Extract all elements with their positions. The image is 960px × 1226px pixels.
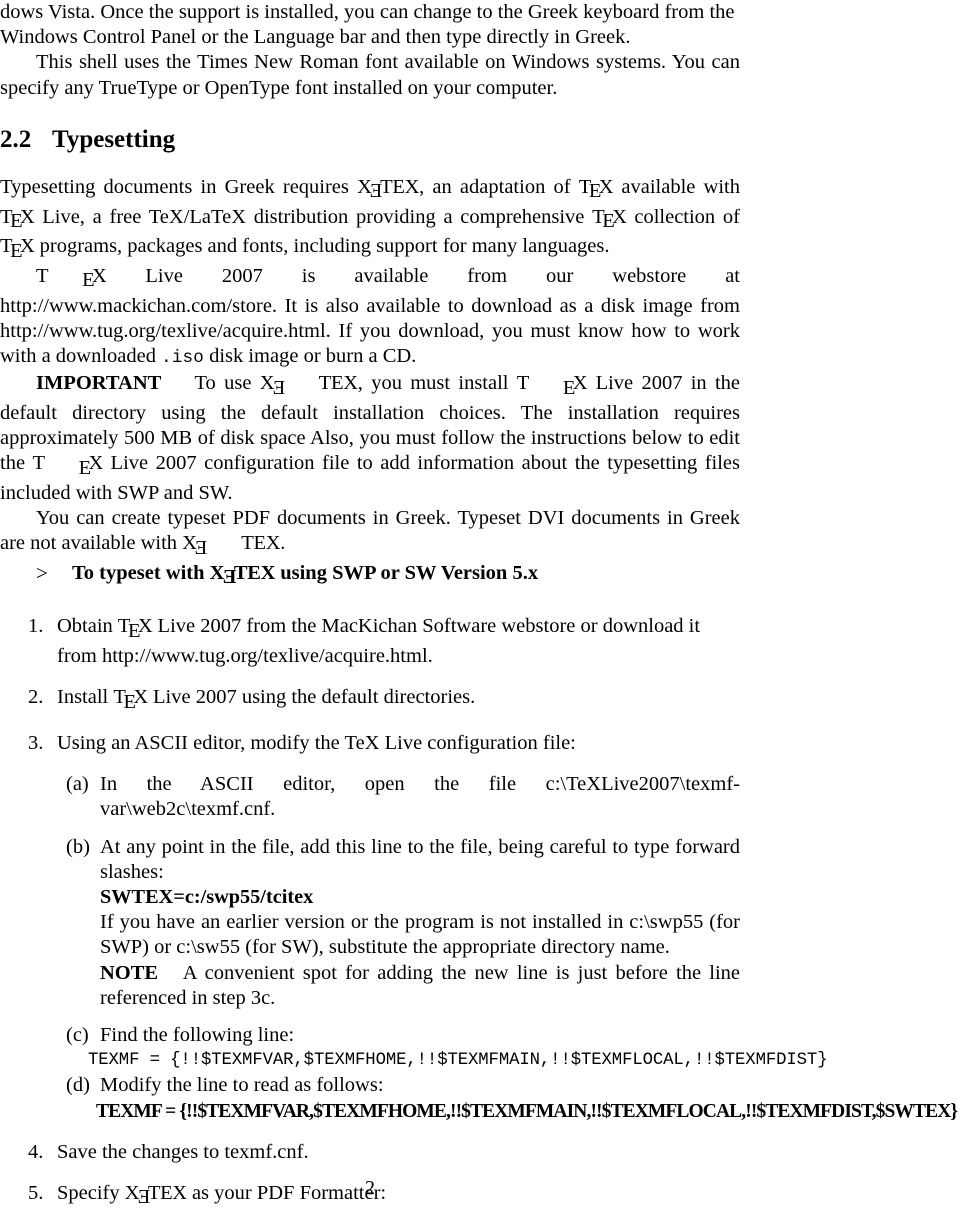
p2-text-b: disk image or burn a CD. — [203, 345, 417, 368]
document-page: dows Vista. Once the support is installe… — [0, 0, 960, 1226]
xetex-logo: XETEX — [182, 532, 280, 558]
paragraph-important: IMPORTANT To use XE TEX, you must install… — [0, 371, 740, 506]
p4-text-a: You can create typeset PDF documents in … — [0, 507, 740, 555]
list-marker: 2. — [28, 686, 44, 709]
paragraph-pdf-dvi: You can create typeset PDF documents in … — [0, 506, 740, 561]
proc-text-b: using SWP or SW Version 5.x — [275, 561, 539, 584]
list-item: 1. Obtain TEX Live 2007 from the MacKicha… — [0, 614, 740, 669]
intro-paragraph-continued: dows Vista. Once the support is installe… — [0, 0, 740, 50]
tex-logo: TEX — [592, 205, 627, 233]
tex-logo: TEX — [32, 452, 104, 479]
xetex-logo: XETEX — [357, 176, 419, 202]
p1-text-e: collection of — [626, 205, 740, 228]
reversed-e-glyph: E — [369, 180, 383, 203]
list-marker: 4. — [28, 1140, 44, 1163]
paragraph-texlive-download: T EX Live 2007 is available from our webs… — [0, 264, 740, 371]
intro-line-2: Windows Control Panel or the Language ba… — [0, 26, 631, 49]
substep-b-note: NOTE A convenient spot for adding the ne… — [0, 961, 740, 1011]
list-marker: 3. — [28, 732, 44, 755]
page-number-value: 2 — [365, 1177, 375, 1199]
step2-text-b: Live 2007 using the default directories. — [147, 686, 476, 709]
reversed-e-glyph: E — [195, 536, 208, 559]
note-label: NOTE — [100, 961, 159, 984]
list-marker: 1. — [28, 615, 44, 638]
p3-text-a: To use — [194, 372, 260, 395]
paragraph-typesetting-intro: Typesetting documents in Greek requires … — [0, 175, 740, 264]
texmf-original-line: TEXMF = {!!$TEXMFVAR,$TEXMFHOME,!!$TEXMF… — [88, 1051, 828, 1071]
step2-text-a: Install — [57, 686, 114, 709]
p1-text-d: Live, a free TeX/LaTeX distribution prov… — [34, 205, 593, 228]
list-item: 2. Install TEX Live 2007 using the defaul… — [0, 685, 740, 715]
reversed-e-glyph: E — [222, 566, 236, 589]
section-heading: 2.2 Typesetting — [0, 125, 740, 155]
tex-logo: TEX — [0, 205, 35, 233]
list-marker: (a) — [66, 773, 89, 796]
step1-text-a: Obtain — [57, 615, 118, 638]
text-column: dows Vista. Once the support is installe… — [0, 0, 958, 1210]
p3-text-d: Live 2007 configuration file to add info… — [0, 452, 740, 505]
list-item: (b) At any point in the file, add this li… — [0, 835, 740, 885]
section-number: 2.2 — [0, 125, 32, 153]
list-marker: (c) — [66, 1024, 89, 1047]
tex-logo: TEX — [578, 175, 614, 203]
list-item: (d) Modify the line to read as follows: — [0, 1073, 740, 1098]
list-item: 4. Save the changes to texmf.cnf. — [0, 1140, 740, 1165]
reversed-e-glyph: E — [272, 376, 285, 399]
list-item: (c) Find the following line: — [0, 1023, 740, 1048]
iso-extension: .iso — [161, 348, 204, 369]
step3-text: Using an ASCII editor, modify the TeX Li… — [57, 732, 576, 755]
p1-text-c: available with — [613, 175, 740, 198]
intro-line-1: dows Vista. Once the support is installe… — [0, 1, 735, 23]
p1-text-b: , an adaptation of — [419, 175, 579, 198]
list-marker: (d) — [66, 1074, 90, 1097]
swtex-code-line: SWTEX=c:/swp55/tcitex — [100, 886, 314, 909]
proc-text-a: To typeset with — [72, 561, 210, 584]
list-marker: (b) — [66, 835, 90, 858]
tex-logo: TEX — [516, 372, 588, 399]
intro-paragraph-2: This shell uses the Times New Roman font… — [0, 51, 740, 99]
texmf-modified-line: TEXMF = {!!$TEXMFVAR,$TEXMFHOME,!!$TEXMF… — [96, 1100, 958, 1122]
p4-text-b: . — [280, 532, 286, 555]
p3-text-b: , you must install — [357, 372, 517, 395]
section-title: Typesetting — [52, 125, 176, 153]
list-item: 3. Using an ASCII editor, modify the TeX … — [0, 731, 740, 756]
tex-logo: TEX — [117, 615, 153, 642]
tex-logo: TEX — [113, 686, 148, 713]
list-item: (a) In the ASCII editor, open the file c:… — [0, 772, 740, 822]
note-text: A convenient spot for adding the new lin… — [100, 961, 740, 1009]
substep-b-followup: If you have an earlier version or the pr… — [100, 911, 740, 959]
substep-a-text: In the ASCII editor, open the file c:\Te… — [100, 773, 740, 821]
xetex-logo: XETEX — [260, 372, 358, 398]
step4-text: Save the changes to texmf.cnf. — [57, 1140, 309, 1163]
procedure-heading: > To typeset with XETEX using SWP or SW V… — [0, 561, 740, 591]
chevron-right-icon: > — [36, 560, 48, 585]
p1-text-a: Typesetting documents in Greek requires — [0, 175, 358, 198]
page-number: 2 — [0, 1177, 960, 1200]
tex-logo: TEX — [36, 264, 107, 292]
substep-d-text: Modify the line to read as follows: — [100, 1074, 384, 1097]
important-label: IMPORTANT — [36, 372, 162, 395]
p1-text-f: programs, packages and fonts, including … — [34, 235, 610, 258]
tex-logo: TEX — [0, 235, 35, 262]
xetex-logo: XETEX — [210, 562, 276, 588]
step1-text-b: Live 2007 from the MacKichan Software we… — [57, 615, 701, 668]
substep-c-text: Find the following line: — [100, 1024, 295, 1047]
substep-b-text: At any point in the file, add this line … — [100, 835, 740, 883]
